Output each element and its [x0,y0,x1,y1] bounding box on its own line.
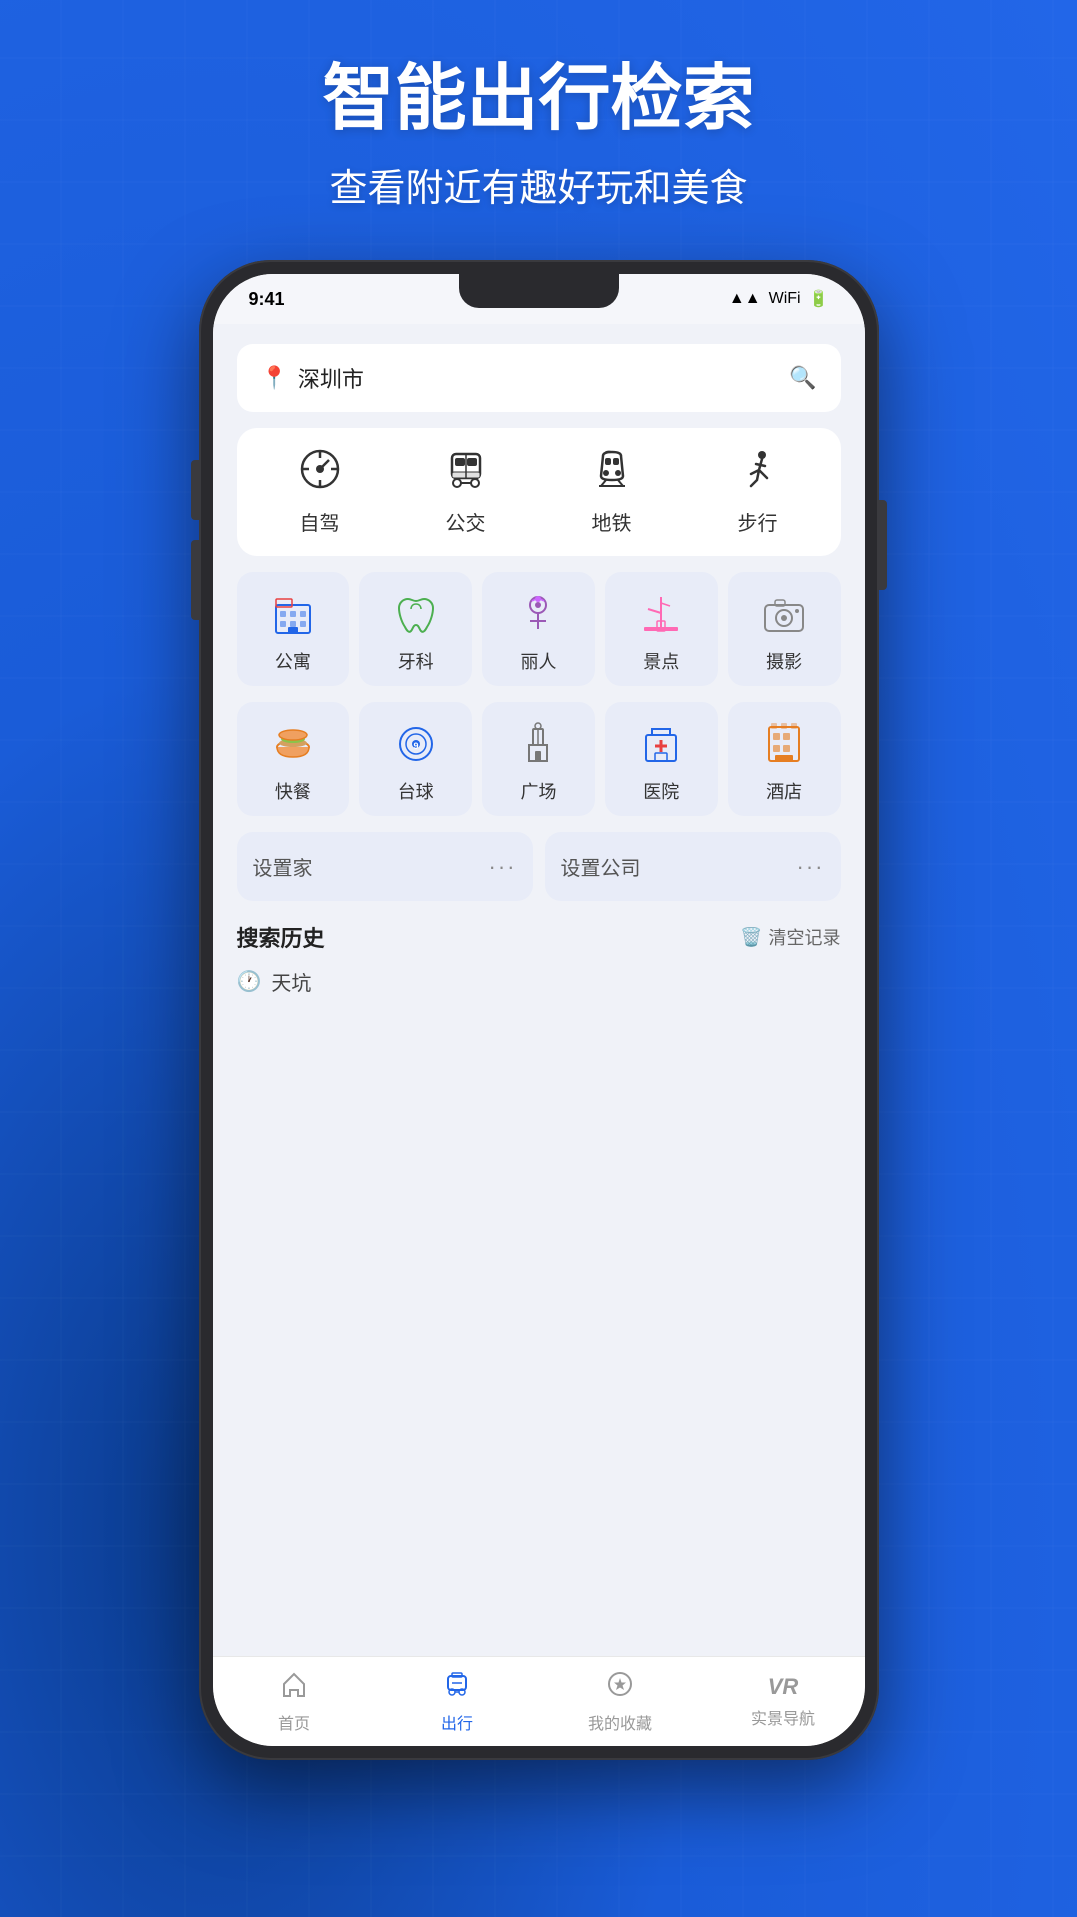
home-nav-icon [280,1670,308,1705]
transport-subway[interactable]: 地铁 [591,448,633,536]
dental-label: 牙科 [398,648,434,674]
subway-icon [591,448,633,497]
travel-nav-label: 出行 [441,1710,473,1734]
search-icon[interactable]: 🔍 [789,365,816,391]
status-time: 9:41 [249,289,285,310]
set-home-button[interactable]: 设置家 ··· [237,832,533,901]
nav-home[interactable]: 首页 [213,1670,376,1734]
category-grid-row1: 公寓 牙科 [237,572,841,686]
category-dental[interactable]: 牙科 [359,572,472,686]
signal-icon: ▲▲ [729,290,761,308]
volume-down-button [191,540,199,620]
travel-nav-icon [443,1670,471,1705]
beauty-icon-box [512,588,564,640]
category-hospital[interactable]: 医院 [605,702,718,816]
bus-icon [445,448,487,497]
category-fastfood[interactable]: 快餐 [237,702,350,816]
search-left: 📍 深圳市 [261,362,364,394]
walk-icon [737,448,779,497]
phone-outer: 9:41 ▲▲ WiFi 🔋 📍 深圳市 🔍 [199,260,879,1760]
billiard-label: 台球 [398,778,434,804]
photo-icon-box [758,588,810,640]
history-clear-button[interactable]: 🗑️ 清空记录 [740,924,840,950]
vr-nav-label: 实景导航 [751,1705,815,1729]
power-button [879,500,887,590]
phone-mockup: 9:41 ▲▲ WiFi 🔋 📍 深圳市 🔍 [199,260,879,1760]
transport-bus[interactable]: 公交 [445,448,487,536]
trash-icon: 🗑️ [740,927,762,948]
dental-icon-box [390,588,442,640]
location-icon: 📍 [261,365,288,391]
wifi-icon: WiFi [769,290,801,308]
fastfood-label: 快餐 [275,778,311,804]
category-plaza[interactable]: 广场 [482,702,595,816]
history-title: 搜索历史 [237,921,325,953]
category-beauty[interactable]: 丽人 [482,572,595,686]
set-home-dots: ··· [489,854,517,880]
bottom-nav: 首页 出行 [213,1656,865,1746]
transport-walk[interactable]: 步行 [737,448,779,536]
category-hotel[interactable]: 酒店 [728,702,841,816]
subway-label: 地铁 [592,507,632,536]
header-subtitle: 查看附近有趣好玩和美食 [0,157,1077,212]
apartment-icon-box [267,588,319,640]
category-grid-row2: 快餐 9 台球 [237,702,841,816]
set-company-label: 设置公司 [561,852,641,881]
bus-label: 公交 [446,507,486,536]
header-title: 智能出行检索 [0,60,1077,139]
history-item[interactable]: 🕐 天坑 [237,967,841,996]
walk-label: 步行 [738,507,778,536]
phone-notch [459,274,619,308]
scenic-icon-box [635,588,687,640]
svg-text:9: 9 [413,741,418,751]
hospital-icon-box [635,718,687,770]
set-home-label: 设置家 [253,852,313,881]
history-clock-icon: 🕐 [237,969,262,994]
favorites-nav-label: 我的收藏 [588,1710,652,1734]
photo-label: 摄影 [766,648,802,674]
phone-screen: 9:41 ▲▲ WiFi 🔋 📍 深圳市 🔍 [213,274,865,1746]
history-header: 搜索历史 🗑️ 清空记录 [237,921,841,953]
set-company-button[interactable]: 设置公司 ··· [545,832,841,901]
driving-icon [299,448,341,497]
hotel-label: 酒店 [766,778,802,804]
search-bar[interactable]: 📍 深圳市 🔍 [237,344,841,412]
set-company-dots: ··· [797,854,825,880]
transport-driving[interactable]: 自驾 [299,448,341,536]
set-buttons: 设置家 ··· 设置公司 ··· [237,832,841,901]
category-apartment[interactable]: 公寓 [237,572,350,686]
nav-favorites[interactable]: 我的收藏 [539,1670,702,1734]
header-area: 智能出行检索 查看附近有趣好玩和美食 [0,60,1077,212]
category-billiard[interactable]: 9 台球 [359,702,472,816]
search-city: 深圳市 [298,362,364,394]
category-scenic[interactable]: 景点 [605,572,718,686]
fastfood-icon-box [267,718,319,770]
scenic-label: 景点 [643,648,679,674]
vr-nav-icon: VR [768,1674,799,1700]
home-nav-label: 首页 [278,1710,310,1734]
hotel-icon-box [758,718,810,770]
app-content: 📍 深圳市 🔍 [213,324,865,1656]
favorites-nav-icon [606,1670,634,1705]
plaza-icon-box [512,718,564,770]
apartment-label: 公寓 [275,648,311,674]
transport-card: 自驾 [237,428,841,556]
volume-up-button [191,460,199,520]
nav-vr[interactable]: VR 实景导航 [702,1674,865,1729]
status-icons: ▲▲ WiFi 🔋 [729,289,829,309]
driving-label: 自驾 [300,507,340,536]
plaza-label: 广场 [520,778,556,804]
beauty-label: 丽人 [520,648,556,674]
history-item-text: 天坑 [271,967,311,996]
billiard-icon-box: 9 [390,718,442,770]
history-clear-label: 清空记录 [769,924,841,950]
hospital-label: 医院 [643,778,679,804]
category-photo[interactable]: 摄影 [728,572,841,686]
nav-travel[interactable]: 出行 [376,1670,539,1734]
battery-icon: 🔋 [809,289,829,309]
